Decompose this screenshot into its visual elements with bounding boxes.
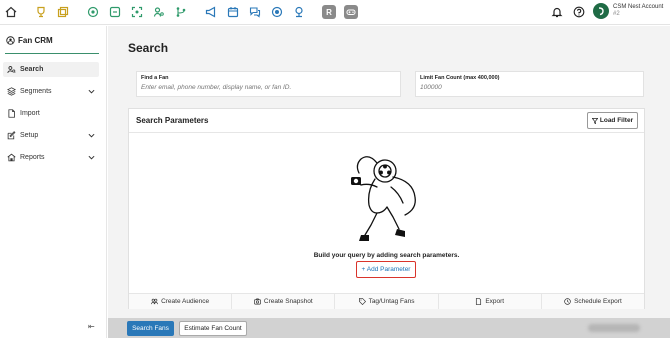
estimate-fan-count-button[interactable]: Estimate Fan Count	[179, 321, 247, 336]
account-avatar-icon[interactable]	[593, 3, 609, 19]
export-label: Export	[485, 298, 505, 305]
sidebar-item-label: Reports	[20, 154, 45, 161]
sidebar-item-reports[interactable]: Reports	[3, 150, 99, 165]
find-a-fan-label: Find a Fan	[141, 75, 169, 81]
calendar-icon[interactable]	[226, 5, 240, 19]
tag-untag-fans-button[interactable]: Tag/Untag Fans	[335, 294, 439, 309]
square-app-icon[interactable]	[108, 5, 122, 19]
find-a-fan-input[interactable]	[141, 84, 341, 91]
sidebar-item-segments[interactable]: Segments	[3, 84, 99, 99]
sidebar: Fan CRM Search Segments Import Setup Rep…	[0, 26, 107, 338]
bell-icon[interactable]	[550, 5, 564, 19]
empty-state-text: Build your query by adding search parame…	[313, 252, 460, 259]
create-audience-button[interactable]: Create Audience	[129, 294, 233, 309]
schedule-export-label: Schedule Export	[574, 298, 622, 305]
sidebar-item-setup[interactable]: Setup	[3, 128, 99, 143]
target-icon[interactable]	[270, 5, 284, 19]
megaphone-icon[interactable]	[204, 5, 218, 19]
reports-icon	[7, 153, 16, 162]
account-name: CSM Nest Account	[613, 4, 664, 10]
create-snapshot-button[interactable]: Create Snapshot	[232, 294, 336, 309]
create-snapshot-label: Create Snapshot	[263, 298, 313, 305]
file-import-icon	[7, 109, 16, 118]
tag-icon	[358, 298, 366, 305]
brand-name: Fan CRM	[18, 36, 53, 45]
r-app-letter: R	[326, 7, 332, 17]
chevron-down-icon	[88, 133, 95, 138]
search-parameters-title: Search Parameters	[136, 116, 209, 125]
account-sub: #2	[613, 11, 620, 17]
limit-fan-count-box: Limit Fan Count (max 400,000)	[415, 71, 644, 97]
sidebar-item-label: Setup	[20, 132, 39, 139]
limit-fan-count-label: Limit Fan Count (max 400,000)	[420, 75, 500, 81]
audience-icon	[151, 298, 158, 305]
limit-fan-count-input[interactable]	[420, 84, 620, 91]
sidebar-item-label: Search	[20, 66, 44, 73]
find-a-fan-box: Find a Fan	[136, 71, 401, 97]
tag-untag-fans-label: Tag/Untag Fans	[368, 298, 415, 305]
add-parameter-button[interactable]: + Add Parameter	[356, 261, 416, 278]
person-circle-icon	[6, 36, 15, 45]
person-search-icon	[7, 65, 16, 74]
schedule-export-button[interactable]: Schedule Export	[541, 294, 645, 309]
scan-icon[interactable]	[130, 5, 144, 19]
people-search-icon[interactable]	[152, 5, 166, 19]
action-bar: Create Audience Create Snapshot Tag/Unta…	[129, 293, 645, 309]
export-button[interactable]: Export	[438, 294, 542, 309]
broadcast-icon[interactable]	[292, 5, 306, 19]
gamepad-icon[interactable]	[344, 5, 358, 19]
sidebar-item-search[interactable]: Search	[3, 62, 99, 77]
sidebar-item-import[interactable]: Import	[3, 106, 99, 121]
search-parameters-header: Search Parameters Load Filter	[129, 109, 644, 133]
filter-icon	[591, 117, 598, 124]
edit-icon	[7, 131, 16, 140]
account-name-block[interactable]: CSM Nest Account #2	[613, 4, 663, 18]
blurred-status	[588, 324, 640, 332]
layers-icon[interactable]	[56, 5, 70, 19]
main-content: Search Find a Fan Limit Fan Count (max 4…	[108, 26, 670, 338]
help-icon[interactable]	[572, 5, 586, 19]
brand-underline	[5, 53, 99, 54]
branch-icon[interactable]	[174, 5, 188, 19]
sidebar-item-label: Segments	[20, 88, 52, 95]
load-filter-label: Load Filter	[599, 117, 634, 124]
sidebar-item-label: Import	[20, 110, 40, 117]
create-audience-label: Create Audience	[161, 298, 210, 305]
chevron-down-icon	[88, 89, 95, 94]
export-icon	[476, 298, 482, 305]
search-parameters-panel: Search Parameters Load Filter Build your…	[128, 108, 645, 309]
empty-state-illustration	[351, 156, 416, 241]
brand: Fan CRM	[6, 36, 53, 45]
search-fans-button[interactable]: Search Fans	[127, 321, 174, 336]
bottom-action-bar: Search Fans Estimate Fan Count	[108, 318, 670, 338]
home-icon[interactable]	[4, 5, 18, 19]
r-app-icon[interactable]: R	[322, 5, 336, 19]
trophy-icon[interactable]	[34, 5, 48, 19]
camera-icon	[253, 298, 261, 305]
page-title: Search	[128, 41, 169, 55]
collapse-sidebar-icon[interactable]: ⇤	[88, 322, 95, 331]
chevron-down-icon	[88, 155, 95, 160]
circle-app-icon[interactable]	[86, 5, 100, 19]
chat-icon[interactable]	[248, 5, 262, 19]
segments-icon	[7, 87, 16, 96]
top-navigation-bar: R CSM Nest Account #2	[0, 0, 670, 25]
load-filter-button[interactable]: Load Filter	[587, 112, 638, 129]
clock-icon	[564, 298, 571, 305]
